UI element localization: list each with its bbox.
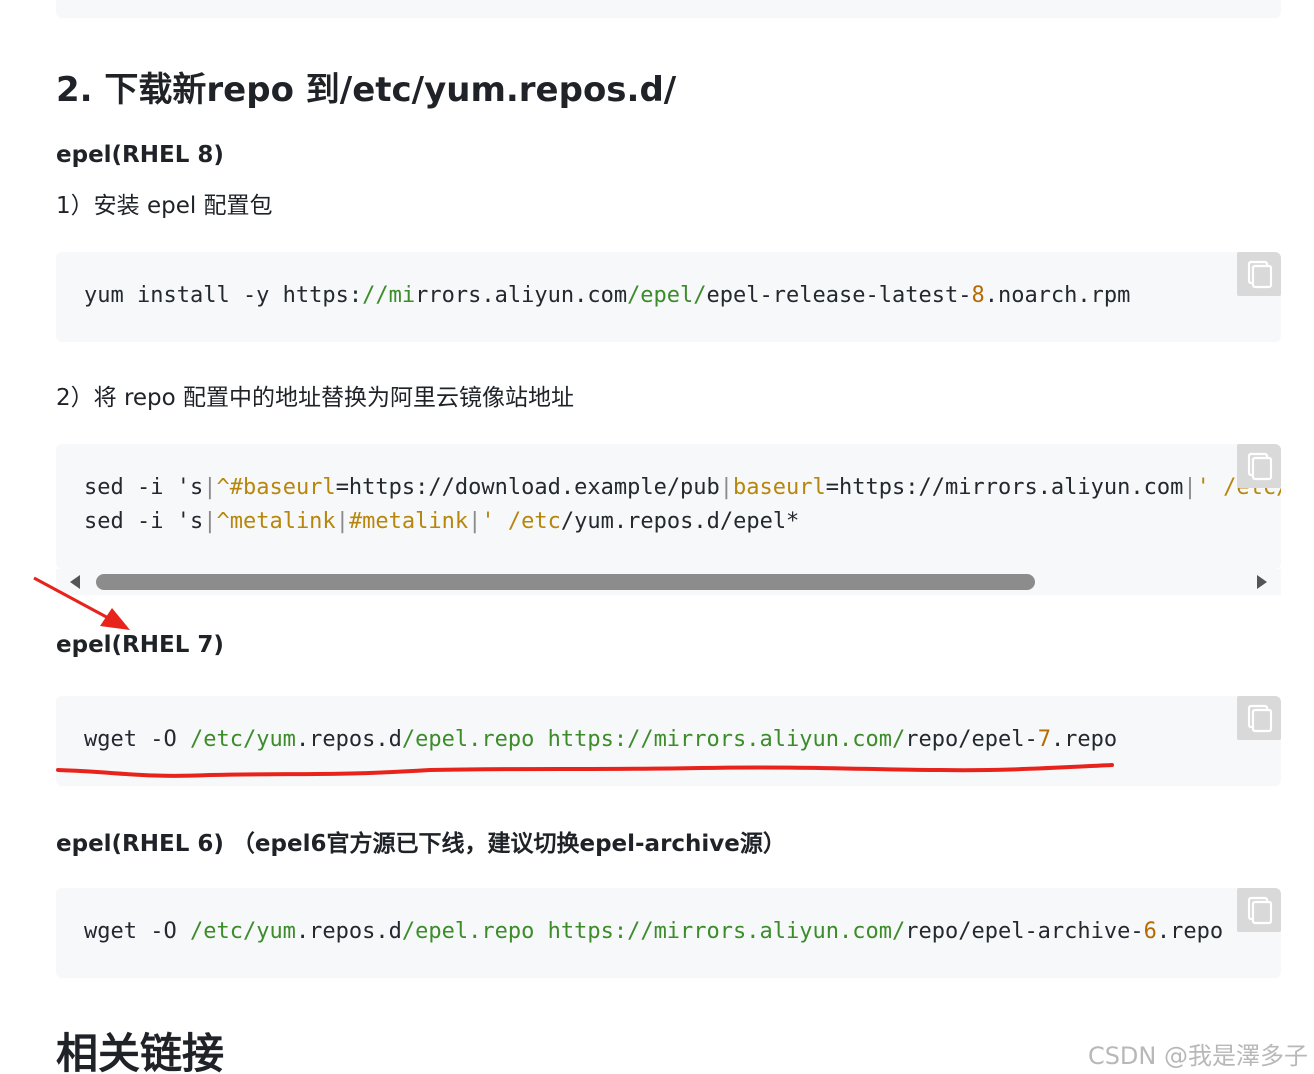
rhel8-step1: 1）安装 epel 配置包 xyxy=(56,193,273,219)
copy-icon xyxy=(1247,704,1273,733)
code-token: yum install -y https: xyxy=(84,283,363,308)
copy-icon xyxy=(1247,260,1273,289)
csdn-watermark: CSDN @我是澤多子 xyxy=(1087,1042,1308,1070)
code-block-rhel6: wget -O /etc/yum.repos.d/epel.repo https… xyxy=(56,888,1281,978)
triangle-left-icon[interactable] xyxy=(70,575,80,589)
code-token: repo/epel-archive- xyxy=(905,919,1144,944)
code-token: .repos.d xyxy=(295,727,402,752)
code-token: #metalink xyxy=(348,509,469,534)
code-token: =https://download.example/pub xyxy=(335,475,720,500)
code-token: //mi xyxy=(362,283,416,308)
code-token: sed -i 's xyxy=(84,475,204,500)
code-token: /etc/yum xyxy=(189,919,296,944)
code-token: .repo xyxy=(1050,727,1118,752)
code-token: ^#baseurl xyxy=(216,475,336,500)
copy-icon xyxy=(1247,896,1273,925)
code-block-rhel8-install: yum install -y https://mirrors.aliyun.co… xyxy=(56,252,1281,342)
code-token: wget -O xyxy=(84,727,190,752)
code-token: | xyxy=(1183,475,1197,500)
copy-button[interactable] xyxy=(1237,444,1281,488)
rhel8-step2: 2）将 repo 配置中的地址替换为阿里云镜像站地址 xyxy=(56,385,575,411)
copy-button[interactable] xyxy=(1237,888,1281,932)
code-block-rhel7: wget -O /etc/yum.repos.d/epel.repo https… xyxy=(56,696,1281,786)
code-token: 6 xyxy=(1143,919,1157,944)
code-token: | xyxy=(468,509,482,534)
code-token: | xyxy=(719,475,734,500)
copy-icon xyxy=(1247,452,1273,481)
code-token: .repos.d xyxy=(295,919,402,944)
code-token: epel-release-latest- xyxy=(706,283,972,308)
code-token: /epel.repo https://mirrors.aliyun.com/ xyxy=(401,919,906,944)
rhel6-label: epel(RHEL 6) （epel6官方源已下线，建议切换epel-archi… xyxy=(56,831,786,857)
horizontal-scrollbar[interactable] xyxy=(56,569,1281,595)
code-token: rrors.aliyun.com xyxy=(415,283,628,308)
code-token: | xyxy=(335,509,349,534)
code-token: =https://mirrors.aliyun.com xyxy=(825,475,1184,500)
rhel7-label: epel(RHEL 7) xyxy=(56,632,224,658)
code-token: ' /etc xyxy=(481,509,561,534)
related-links-heading: 相关链接 xyxy=(56,1029,225,1074)
article-page: 2. 下载新repo 到/etc/yum.repos.d/ epel(RHEL … xyxy=(0,0,1314,1074)
code-token: sed -i 's xyxy=(84,509,204,534)
code-token: | xyxy=(203,509,217,534)
triangle-right-icon[interactable] xyxy=(1257,575,1267,589)
code-block-rhel8-sed: sed -i 's|^#baseurl=https://download.exa… xyxy=(56,444,1281,569)
previous-code-block xyxy=(56,0,1281,18)
code-line: yum install -y https://mirrors.aliyun.co… xyxy=(84,283,1130,308)
copy-button[interactable] xyxy=(1237,696,1281,740)
code-line-2: sed -i 's|^metalink|#metalink|' /etc/yum… xyxy=(84,509,799,534)
code-token: /epel.repo https://mirrors.aliyun.com/ xyxy=(401,727,906,752)
code-token: .noarch.rpm xyxy=(984,283,1131,308)
section-heading: 2. 下载新repo 到/etc/yum.repos.d/ xyxy=(56,70,677,110)
code-line: wget -O /etc/yum.repos.d/epel.repo https… xyxy=(84,727,1117,752)
code-token: 8 xyxy=(971,283,985,308)
copy-button[interactable] xyxy=(1237,252,1281,296)
code-token: | xyxy=(203,475,217,500)
code-token: repo/epel- xyxy=(905,727,1038,752)
code-line-1: sed -i 's|^#baseurl=https://download.exa… xyxy=(84,475,1281,500)
scrollbar-thumb[interactable] xyxy=(96,574,1035,590)
code-token: 7 xyxy=(1037,727,1051,752)
code-token: baseurl xyxy=(733,475,826,500)
code-token: .repo xyxy=(1156,919,1224,944)
code-token: /yum.repos.d/epel* xyxy=(560,509,800,534)
code-line: wget -O /etc/yum.repos.d/epel.repo https… xyxy=(84,919,1223,944)
code-token: /epel/ xyxy=(627,283,707,308)
code-token: /etc/yum xyxy=(189,727,296,752)
code-token: ^metalink xyxy=(216,509,336,534)
code-token: wget -O xyxy=(84,919,190,944)
rhel8-label: epel(RHEL 8) xyxy=(56,142,224,168)
